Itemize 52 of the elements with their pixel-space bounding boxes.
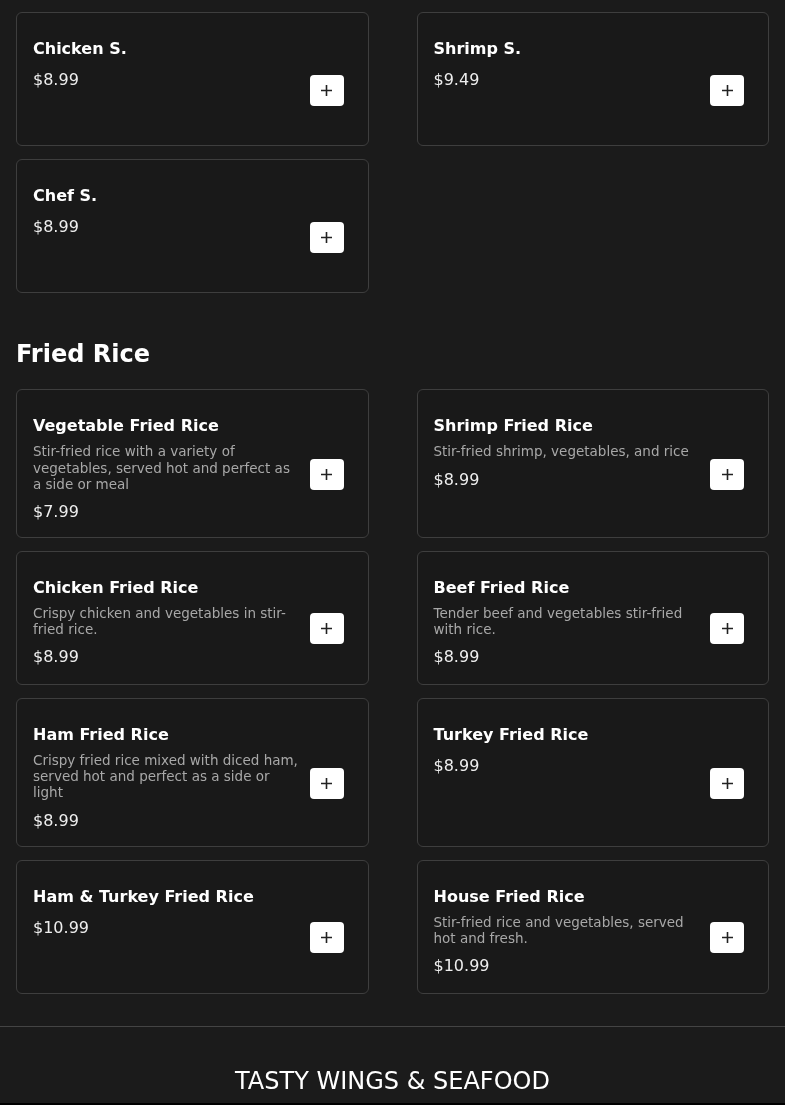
plus-icon	[721, 777, 733, 789]
item-description: Crispy chicken and vegetables in stir-fried rice.	[33, 604, 287, 638]
add-button[interactable]	[710, 613, 744, 645]
item-description: Stir-fried rice with a variety of vegetables, served hot and perfect as a side or meal	[33, 443, 291, 492]
item-price: $7.99	[33, 501, 80, 521]
item-description: Stir-fried rice and vegetables, served hot and fresh.	[433, 913, 685, 946]
add-button[interactable]	[309, 459, 344, 491]
item-name: Shrimp Fried Rice	[433, 416, 594, 436]
item-price: $8.99	[433, 469, 481, 489]
plus-icon	[321, 932, 332, 943]
item-name: Ham Fried Rice	[33, 724, 170, 744]
item-price: $8.99	[33, 810, 80, 830]
plus-icon	[721, 469, 733, 481]
item-description: Crispy fried rice mixed with diced ham, served hot and perfect as a side or light	[33, 751, 299, 801]
item-name: Turkey Fried Rice	[433, 724, 590, 744]
item-name: Chicken S.	[33, 39, 128, 58]
plus-icon	[321, 231, 332, 243]
item-price: $10.99	[433, 955, 491, 975]
item-name: Vegetable Fried Rice	[33, 416, 220, 436]
item-price: $8.99	[33, 217, 80, 236]
item-description: Stir-fried shrimp, vegetables, and rice	[433, 443, 690, 460]
add-button[interactable]	[710, 767, 744, 799]
add-button[interactable]	[309, 922, 344, 953]
plus-icon	[321, 84, 332, 96]
plus-icon	[721, 623, 733, 635]
item-price: $8.99	[433, 647, 481, 667]
item-name: Ham & Turkey Fried Rice	[33, 886, 255, 906]
item-name: Chef S.	[33, 186, 99, 205]
add-button[interactable]	[309, 613, 344, 645]
item-description: Tender beef and vegetables stir-fried with rice.	[433, 604, 684, 638]
item-price: $9.49	[433, 70, 481, 89]
plus-icon	[321, 623, 332, 635]
item-price: $8.99	[33, 647, 80, 667]
item-name: House Fried Rice	[433, 886, 586, 906]
item-price: $8.99	[433, 755, 481, 775]
add-button[interactable]	[710, 74, 744, 106]
add-button[interactable]	[710, 922, 744, 953]
plus-icon	[721, 84, 733, 96]
item-name: Chicken Fried Rice	[33, 577, 200, 597]
add-button[interactable]	[309, 767, 344, 799]
section-heading: Fried Rice	[16, 341, 151, 368]
footer-brand: TASTY WINGS & SEAFOOD	[235, 1066, 550, 1095]
item-name: Beef Fried Rice	[433, 577, 571, 597]
add-button[interactable]	[710, 459, 744, 491]
item-price: $8.99	[33, 70, 80, 89]
add-button[interactable]	[309, 74, 344, 106]
item-name: Shrimp S.	[433, 39, 523, 58]
plus-icon	[321, 469, 332, 481]
item-price: $10.99	[33, 917, 90, 937]
plus-icon	[721, 932, 733, 943]
plus-icon	[321, 777, 332, 789]
add-button[interactable]	[309, 221, 344, 253]
